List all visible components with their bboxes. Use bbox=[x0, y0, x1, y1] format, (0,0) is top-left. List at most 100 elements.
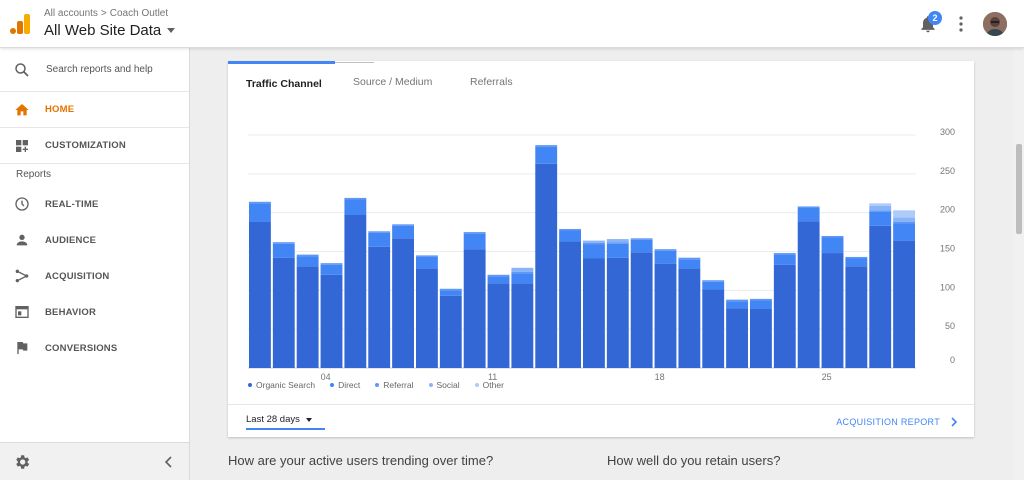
sidebar-item-label: AUDIENCE bbox=[45, 234, 97, 246]
legend-dot bbox=[248, 383, 252, 387]
flag-icon bbox=[13, 339, 31, 357]
user-avatar[interactable] bbox=[983, 12, 1007, 36]
bar-segment bbox=[272, 242, 295, 244]
breadcrumb-property[interactable]: Coach Outlet bbox=[110, 8, 168, 19]
y-tick-label: 150 bbox=[940, 244, 955, 254]
bar-segment bbox=[893, 223, 915, 241]
bar-segment bbox=[869, 225, 892, 368]
y-tick-label: 250 bbox=[940, 166, 955, 176]
bar-segment bbox=[583, 240, 605, 243]
legend-dot bbox=[330, 383, 335, 387]
bar-segment bbox=[487, 276, 510, 284]
bar-segment bbox=[654, 263, 677, 368]
chevron-right-icon bbox=[951, 417, 958, 427]
sidebar-item-conversions[interactable]: CONVERSIONS bbox=[0, 330, 189, 366]
bar-segment bbox=[702, 280, 725, 282]
sidebar-item-customization[interactable]: CUSTOMIZATION bbox=[0, 128, 189, 164]
notification-badge: 2 bbox=[928, 11, 942, 25]
tab-bar: Traffic Channel Source / Medium Referral… bbox=[228, 61, 974, 105]
bar-segment bbox=[535, 146, 558, 164]
bar-segment bbox=[416, 255, 438, 257]
bar-segment bbox=[606, 257, 629, 368]
bar-segment bbox=[487, 274, 510, 277]
sidebar: Search reports and help HOME CUSTOMIZATI… bbox=[0, 48, 190, 480]
avatar-image bbox=[983, 12, 1007, 36]
y-tick-label: 50 bbox=[945, 321, 955, 331]
breadcrumb[interactable]: All accounts > Coach Outlet bbox=[44, 8, 168, 19]
bar-segment bbox=[773, 264, 796, 368]
legend-dot bbox=[375, 383, 380, 387]
tab-traffic-channel[interactable]: Traffic Channel bbox=[228, 61, 335, 105]
sidebar-search[interactable]: Search reports and help bbox=[0, 48, 189, 92]
bar-segment bbox=[320, 264, 343, 275]
x-tick-label: 25 bbox=[822, 372, 832, 381]
breadcrumb-account[interactable]: All accounts bbox=[44, 8, 98, 19]
bar-segment bbox=[320, 263, 343, 265]
bar-segment bbox=[726, 301, 748, 309]
bar-segment bbox=[296, 266, 319, 368]
legend-item: Social bbox=[428, 380, 460, 390]
bar-segment bbox=[583, 258, 605, 368]
bar-segment bbox=[487, 283, 510, 368]
bar-segment bbox=[296, 254, 319, 257]
acquisition-report-label: ACQUISITION REPORT bbox=[836, 417, 940, 427]
bar-segment bbox=[702, 289, 725, 368]
bar-segment bbox=[797, 208, 820, 222]
main-content: Traffic Channel Source / Medium Referral… bbox=[190, 48, 1014, 480]
chart-legend: Organic Search Direct Referral Social Other bbox=[248, 380, 519, 390]
legend-label: Other bbox=[482, 380, 504, 390]
tab-referrals[interactable]: Referrals bbox=[452, 61, 531, 105]
date-range-selector[interactable]: Last 28 days bbox=[246, 414, 325, 430]
sidebar-item-audience[interactable]: AUDIENCE bbox=[0, 222, 189, 258]
acquisition-report-link[interactable]: ACQUISITION REPORT bbox=[836, 417, 958, 427]
bar-segment bbox=[416, 256, 438, 269]
bar-segment bbox=[893, 240, 915, 368]
sidebar-item-acquisition[interactable]: ACQUISITION bbox=[0, 258, 189, 294]
bar-segment bbox=[773, 254, 796, 265]
legend-item: Direct bbox=[330, 380, 360, 390]
sidebar-footer bbox=[0, 442, 189, 480]
bar-segment bbox=[296, 256, 319, 267]
bar-segment bbox=[392, 224, 414, 226]
sidebar-item-home[interactable]: HOME bbox=[0, 92, 189, 128]
search-label: Search reports and help bbox=[46, 64, 153, 75]
caret-down-icon bbox=[167, 28, 176, 33]
sidebar-item-label: CUSTOMIZATION bbox=[45, 140, 126, 151]
scrollbar-thumb[interactable] bbox=[1016, 144, 1022, 234]
sidebar-item-behavior[interactable]: BEHAVIOR bbox=[0, 294, 189, 330]
y-tick-label: 100 bbox=[940, 282, 955, 292]
chevron-left-icon[interactable] bbox=[163, 455, 175, 469]
y-tick-label: 300 bbox=[940, 127, 955, 137]
bar-segment bbox=[320, 274, 343, 368]
bar-segment bbox=[511, 267, 534, 272]
retention-question: How well do you retain users? bbox=[607, 453, 781, 468]
bar-segment bbox=[893, 210, 915, 218]
more-vert-icon[interactable] bbox=[955, 14, 967, 34]
legend-item: Organic Search bbox=[248, 380, 315, 390]
sidebar-item-realtime[interactable]: REAL-TIME bbox=[0, 186, 189, 222]
bar-segment bbox=[869, 210, 892, 212]
bar-segment bbox=[559, 230, 581, 242]
bar-segment bbox=[463, 249, 486, 368]
gear-icon[interactable] bbox=[13, 453, 31, 471]
sidebar-item-label: REAL-TIME bbox=[45, 198, 99, 210]
bar-segment bbox=[439, 295, 462, 368]
legend-dot bbox=[474, 383, 479, 387]
analytics-logo[interactable] bbox=[9, 12, 31, 36]
bar-segment bbox=[702, 281, 725, 290]
bar-segment bbox=[654, 250, 677, 264]
scrollbar[interactable] bbox=[1014, 48, 1024, 480]
legend-label: Direct bbox=[338, 380, 361, 390]
legend-label: Social bbox=[436, 380, 460, 390]
bar-segment bbox=[678, 259, 701, 269]
bar-segment bbox=[726, 308, 748, 368]
tab-source-medium[interactable]: Source / Medium bbox=[335, 61, 450, 105]
search-icon bbox=[15, 62, 29, 77]
legend-label: Organic Search bbox=[256, 380, 316, 390]
view-selector[interactable]: All Web Site Data bbox=[44, 22, 176, 39]
bar-segment bbox=[630, 252, 653, 368]
legend-dot bbox=[428, 383, 433, 387]
bar-segment bbox=[869, 205, 892, 211]
bar-segment bbox=[535, 145, 558, 147]
bar-segment bbox=[821, 253, 844, 368]
